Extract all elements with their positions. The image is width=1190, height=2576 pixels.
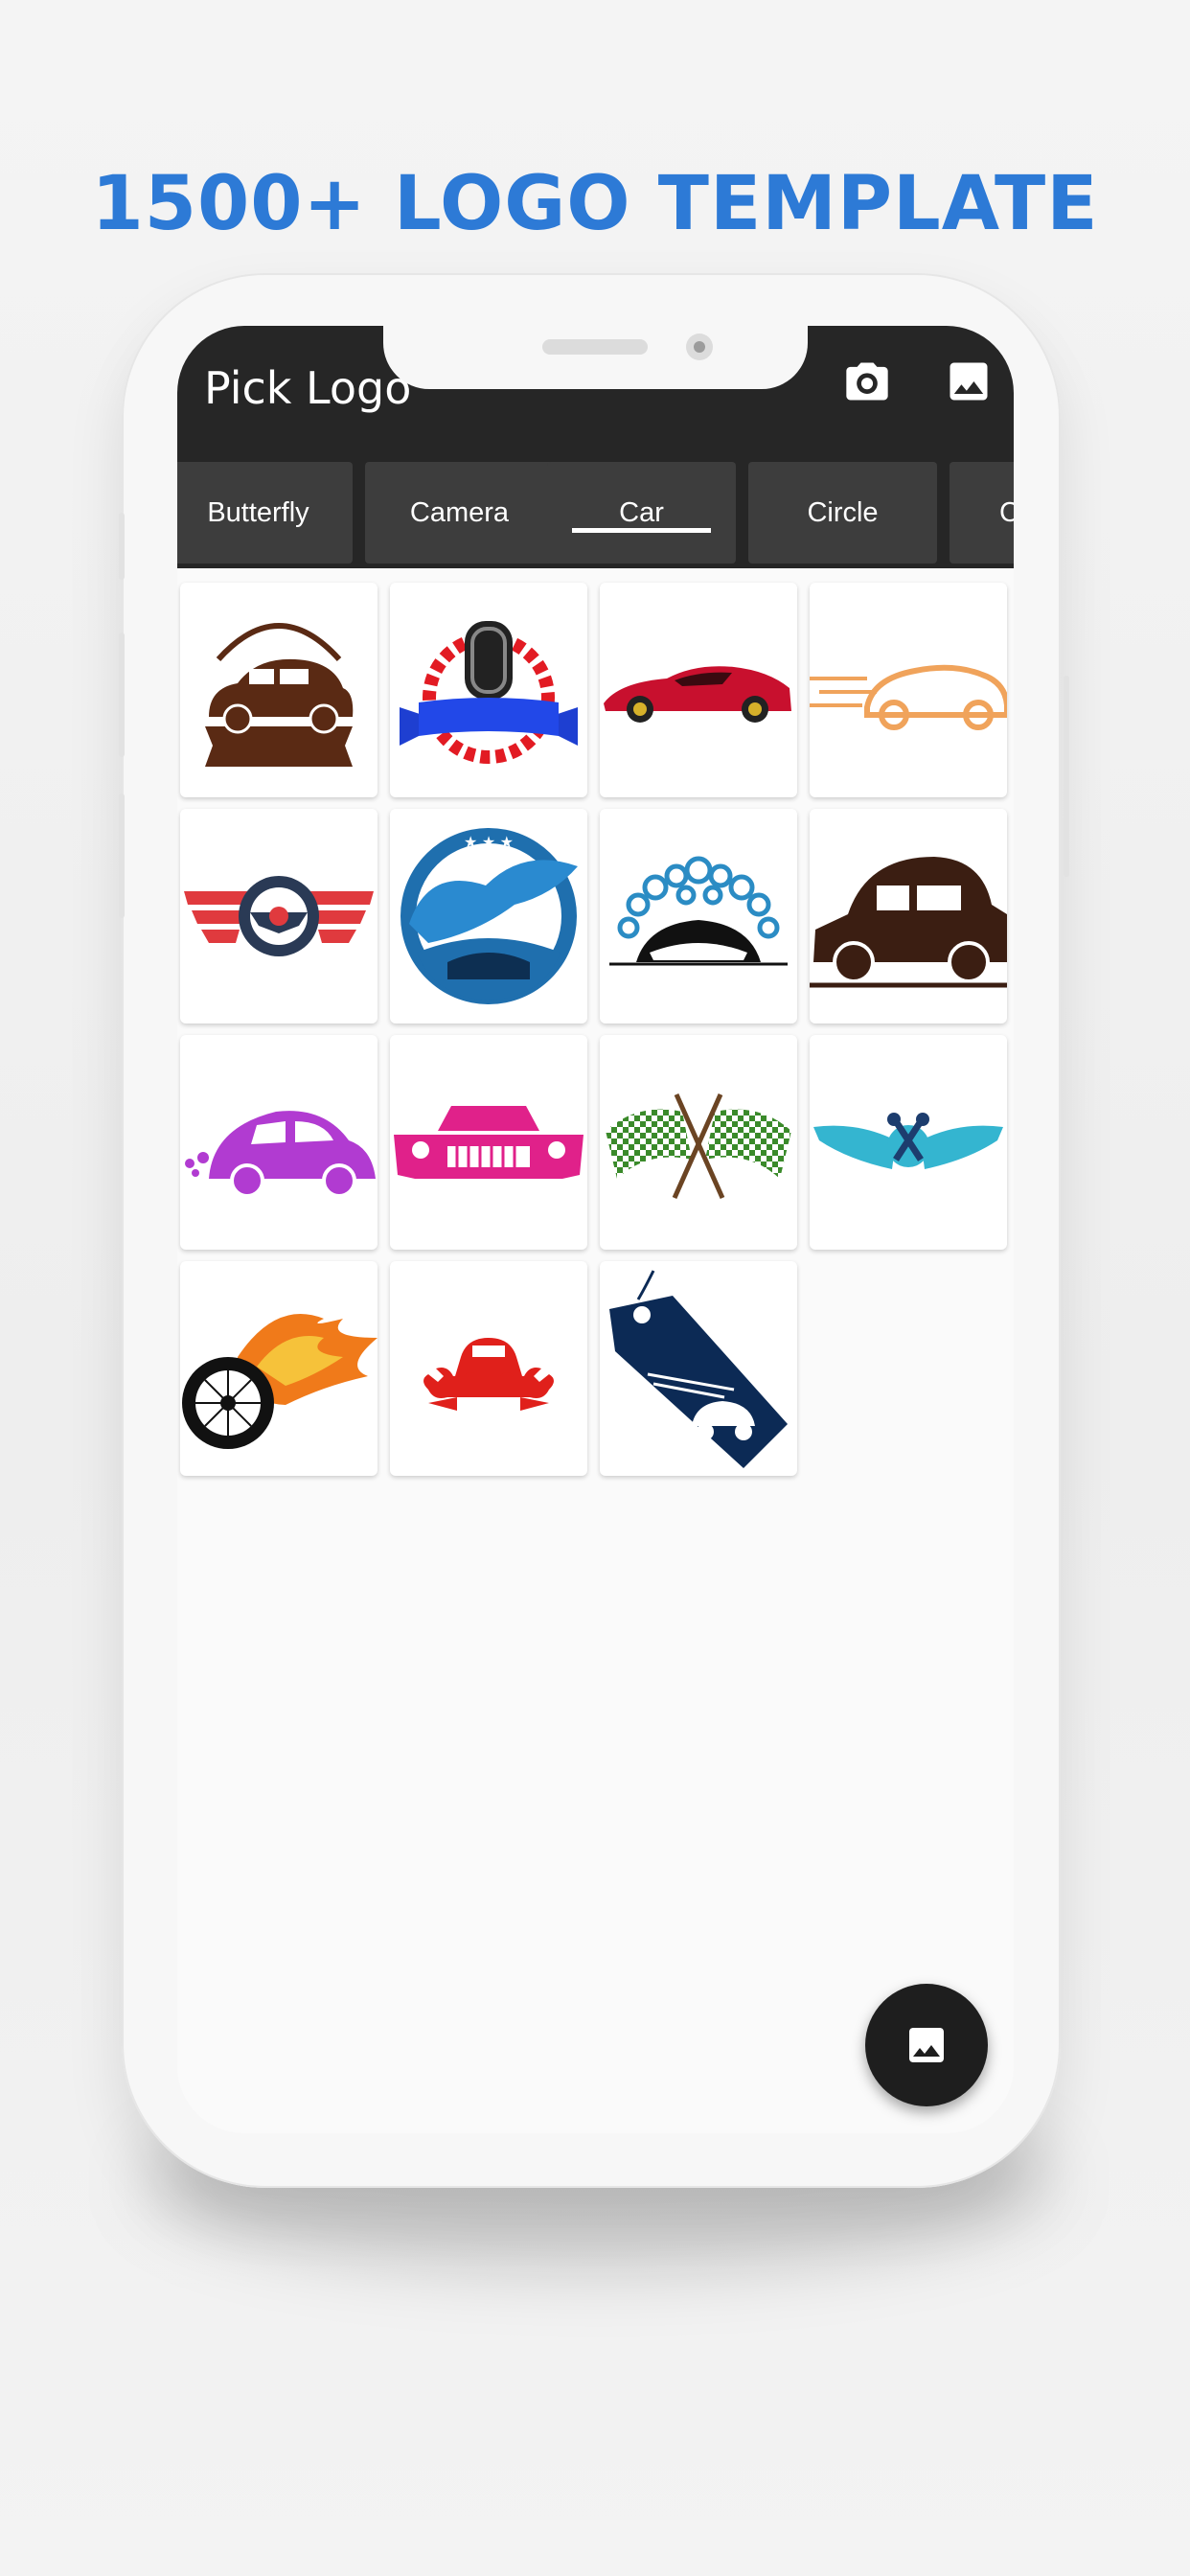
speaker-grille — [542, 339, 648, 355]
pink-muscle-car-logo — [394, 1106, 584, 1179]
tab-next-partial[interactable]: C — [950, 462, 1014, 564]
checkered-racing-flags-logo — [606, 1092, 791, 1200]
steering-wheel-wings-logo — [184, 876, 374, 956]
purple-beetle-logo — [185, 1111, 376, 1198]
tab-label: Circle — [807, 496, 879, 528]
tab-camera[interactable]: Camera — [365, 462, 554, 564]
red-sports-car-logo — [604, 666, 791, 723]
tire-ribbon-gear-logo — [400, 621, 578, 764]
logo-card[interactable] — [180, 583, 378, 797]
tab-butterfly[interactable]: Butterfly — [177, 462, 353, 564]
camera-icon — [846, 362, 888, 401]
selected-tab-indicator — [572, 528, 711, 533]
logo-card[interactable] — [810, 809, 1007, 1024]
classic-car-silhouette-logo — [810, 857, 1007, 988]
logo-card[interactable] — [600, 1035, 797, 1250]
phone-mute-switch — [119, 513, 125, 580]
logo-card[interactable] — [180, 809, 378, 1024]
image-icon — [909, 2028, 944, 2062]
phone-volume-up — [119, 632, 125, 757]
front-camera — [686, 334, 713, 360]
logo-card[interactable] — [390, 583, 587, 797]
camera-button[interactable] — [842, 356, 892, 406]
tab-circle[interactable]: Circle — [748, 462, 937, 564]
phone-volume-down — [119, 794, 125, 918]
logo-card[interactable] — [600, 1261, 797, 1476]
tab-car[interactable]: Car — [547, 462, 736, 564]
flaming-wheel-logo — [182, 1314, 378, 1449]
winged-pistons-logo — [813, 1113, 1003, 1169]
logo-card[interactable] — [390, 1035, 587, 1250]
pick-image-fab[interactable] — [865, 1984, 988, 2106]
vintage-beetle-banner-logo — [205, 623, 354, 767]
speeding-orange-car-logo — [810, 664, 1007, 730]
logo-card[interactable] — [810, 583, 1007, 797]
logo-card[interactable] — [600, 583, 797, 797]
tab-label: Car — [619, 496, 664, 528]
logo-card[interactable]: ★ ★ ★ — [390, 809, 587, 1024]
page-title: Pick Logo — [204, 362, 412, 414]
image-icon — [950, 362, 988, 401]
tab-label: Butterfly — [207, 496, 309, 528]
car-wash-wave-circle-logo: ★ ★ ★ — [400, 828, 578, 1004]
category-tabs: Butterfly Camera Car Circle C — [177, 450, 1014, 568]
car-wash-bubbles-logo — [609, 856, 788, 966]
gallery-button[interactable] — [944, 356, 994, 406]
app-bar: Pick Logo — [177, 326, 1014, 450]
logo-card[interactable] — [180, 1261, 378, 1476]
logo-card[interactable] — [600, 809, 797, 1024]
svg-text:★ ★ ★: ★ ★ ★ — [464, 835, 514, 851]
phone-power-button — [1064, 676, 1069, 877]
promo-headline: 1500+ LOGO TEMPLATE — [91, 161, 1099, 247]
car-wrench-service-logo — [423, 1338, 554, 1411]
car-price-tag-logo — [609, 1270, 788, 1468]
phone-screen: Pick Logo Butterfly Camera Car Circle C — [177, 326, 1014, 2133]
tab-label: Camera — [409, 496, 510, 528]
phone-notch — [383, 326, 808, 389]
logo-card[interactable] — [810, 1035, 1007, 1250]
tab-label: C — [999, 496, 1014, 528]
logo-card[interactable] — [180, 1035, 378, 1250]
logo-card[interactable] — [390, 1261, 587, 1476]
